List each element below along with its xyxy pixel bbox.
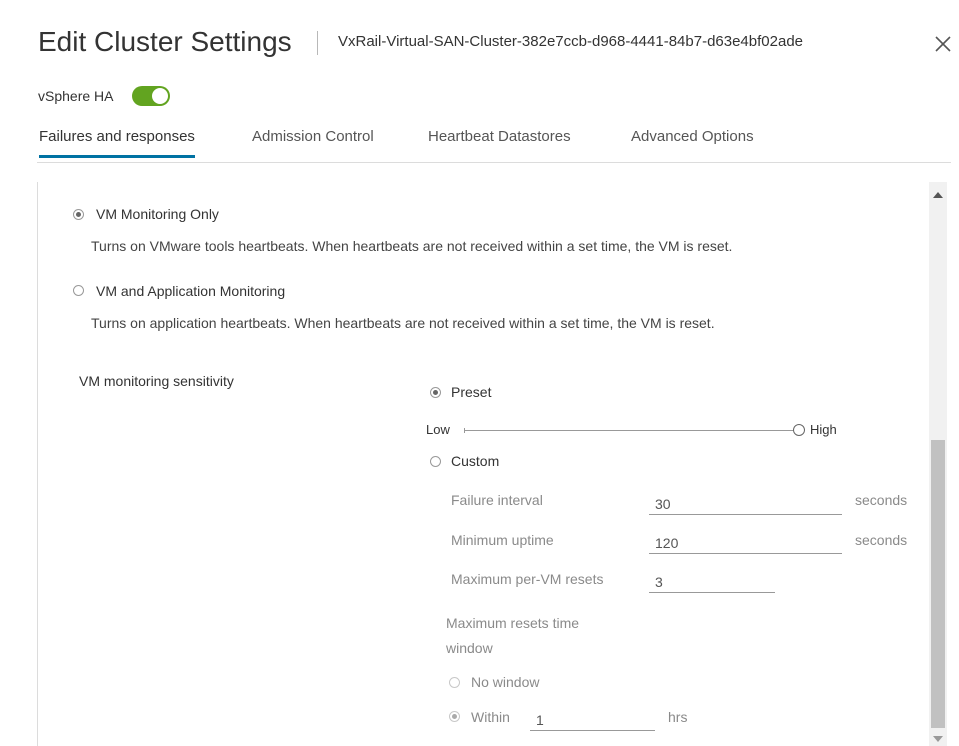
vm-app-monitoring-radio[interactable] <box>73 285 84 296</box>
title-divider <box>317 31 318 55</box>
dialog-title: Edit Cluster Settings <box>38 26 292 57</box>
vm-app-monitoring-label: VM and Application Monitoring <box>96 283 286 299</box>
no-window-label: No window <box>471 674 540 690</box>
sensitivity-slider-handle[interactable] <box>793 424 805 436</box>
close-icon[interactable] <box>933 34 953 54</box>
within-hours-unit: hrs <box>668 709 688 725</box>
minimum-uptime-unit: seconds <box>855 532 908 548</box>
toggle-knob <box>152 88 168 104</box>
tab-failures-and-responses[interactable]: Failures and responses <box>39 128 195 158</box>
preset-radio[interactable] <box>430 387 441 398</box>
vm-monitoring-sensitivity-label: VM monitoring sensitivity <box>79 373 234 389</box>
vertical-scrollbar[interactable] <box>929 182 947 746</box>
max-resets-label: Maximum per-VM resets <box>451 571 604 587</box>
tab-admission-control[interactable]: Admission Control <box>252 128 374 158</box>
max-resets-input[interactable]: 3 <box>649 571 775 593</box>
resets-window-label-line1: Maximum resets time <box>446 615 580 631</box>
slider-low-label: Low <box>426 422 450 437</box>
within-label: Within <box>471 709 510 725</box>
edit-cluster-settings-dialog: Edit Cluster Settings VxRail-Virtual-SAN… <box>0 0 959 746</box>
custom-radio[interactable] <box>430 456 441 467</box>
scrollbar-thumb[interactable] <box>931 440 945 728</box>
failure-interval-unit: seconds <box>855 492 908 508</box>
minimum-uptime-input[interactable]: 120 <box>649 532 842 554</box>
vsphere-ha-label: vSphere HA <box>38 88 114 104</box>
custom-label: Custom <box>451 453 500 469</box>
vm-monitoring-only-label: VM Monitoring Only <box>96 206 219 222</box>
sensitivity-slider-track[interactable] <box>464 428 794 433</box>
vm-monitoring-only-radio[interactable] <box>73 209 84 220</box>
minimum-uptime-label: Minimum uptime <box>451 532 554 548</box>
failure-interval-label: Failure interval <box>451 492 543 508</box>
within-hours-input[interactable]: 1 <box>530 709 655 731</box>
failure-interval-input[interactable]: 30 <box>649 493 842 515</box>
tab-bar: Failures and responses Admission Control… <box>37 122 951 163</box>
no-window-radio[interactable] <box>449 677 460 688</box>
vm-app-monitoring-description: Turns on application heartbeats. When he… <box>91 315 715 331</box>
within-radio[interactable] <box>449 711 460 722</box>
preset-label: Preset <box>451 384 492 400</box>
scroll-up-arrow-icon[interactable] <box>933 192 943 198</box>
vm-monitoring-only-description: Turns on VMware tools heartbeats. When h… <box>91 238 733 254</box>
tab-heartbeat-datastores[interactable]: Heartbeat Datastores <box>428 128 571 158</box>
scroll-down-arrow-icon[interactable] <box>933 736 943 742</box>
vsphere-ha-toggle[interactable] <box>132 86 170 106</box>
slider-high-label: High <box>810 422 837 437</box>
resets-window-label-line2: window <box>446 640 493 656</box>
tab-advanced-options[interactable]: Advanced Options <box>631 128 754 158</box>
cluster-name: VxRail-Virtual-SAN-Cluster-382e7ccb-d968… <box>338 33 803 50</box>
